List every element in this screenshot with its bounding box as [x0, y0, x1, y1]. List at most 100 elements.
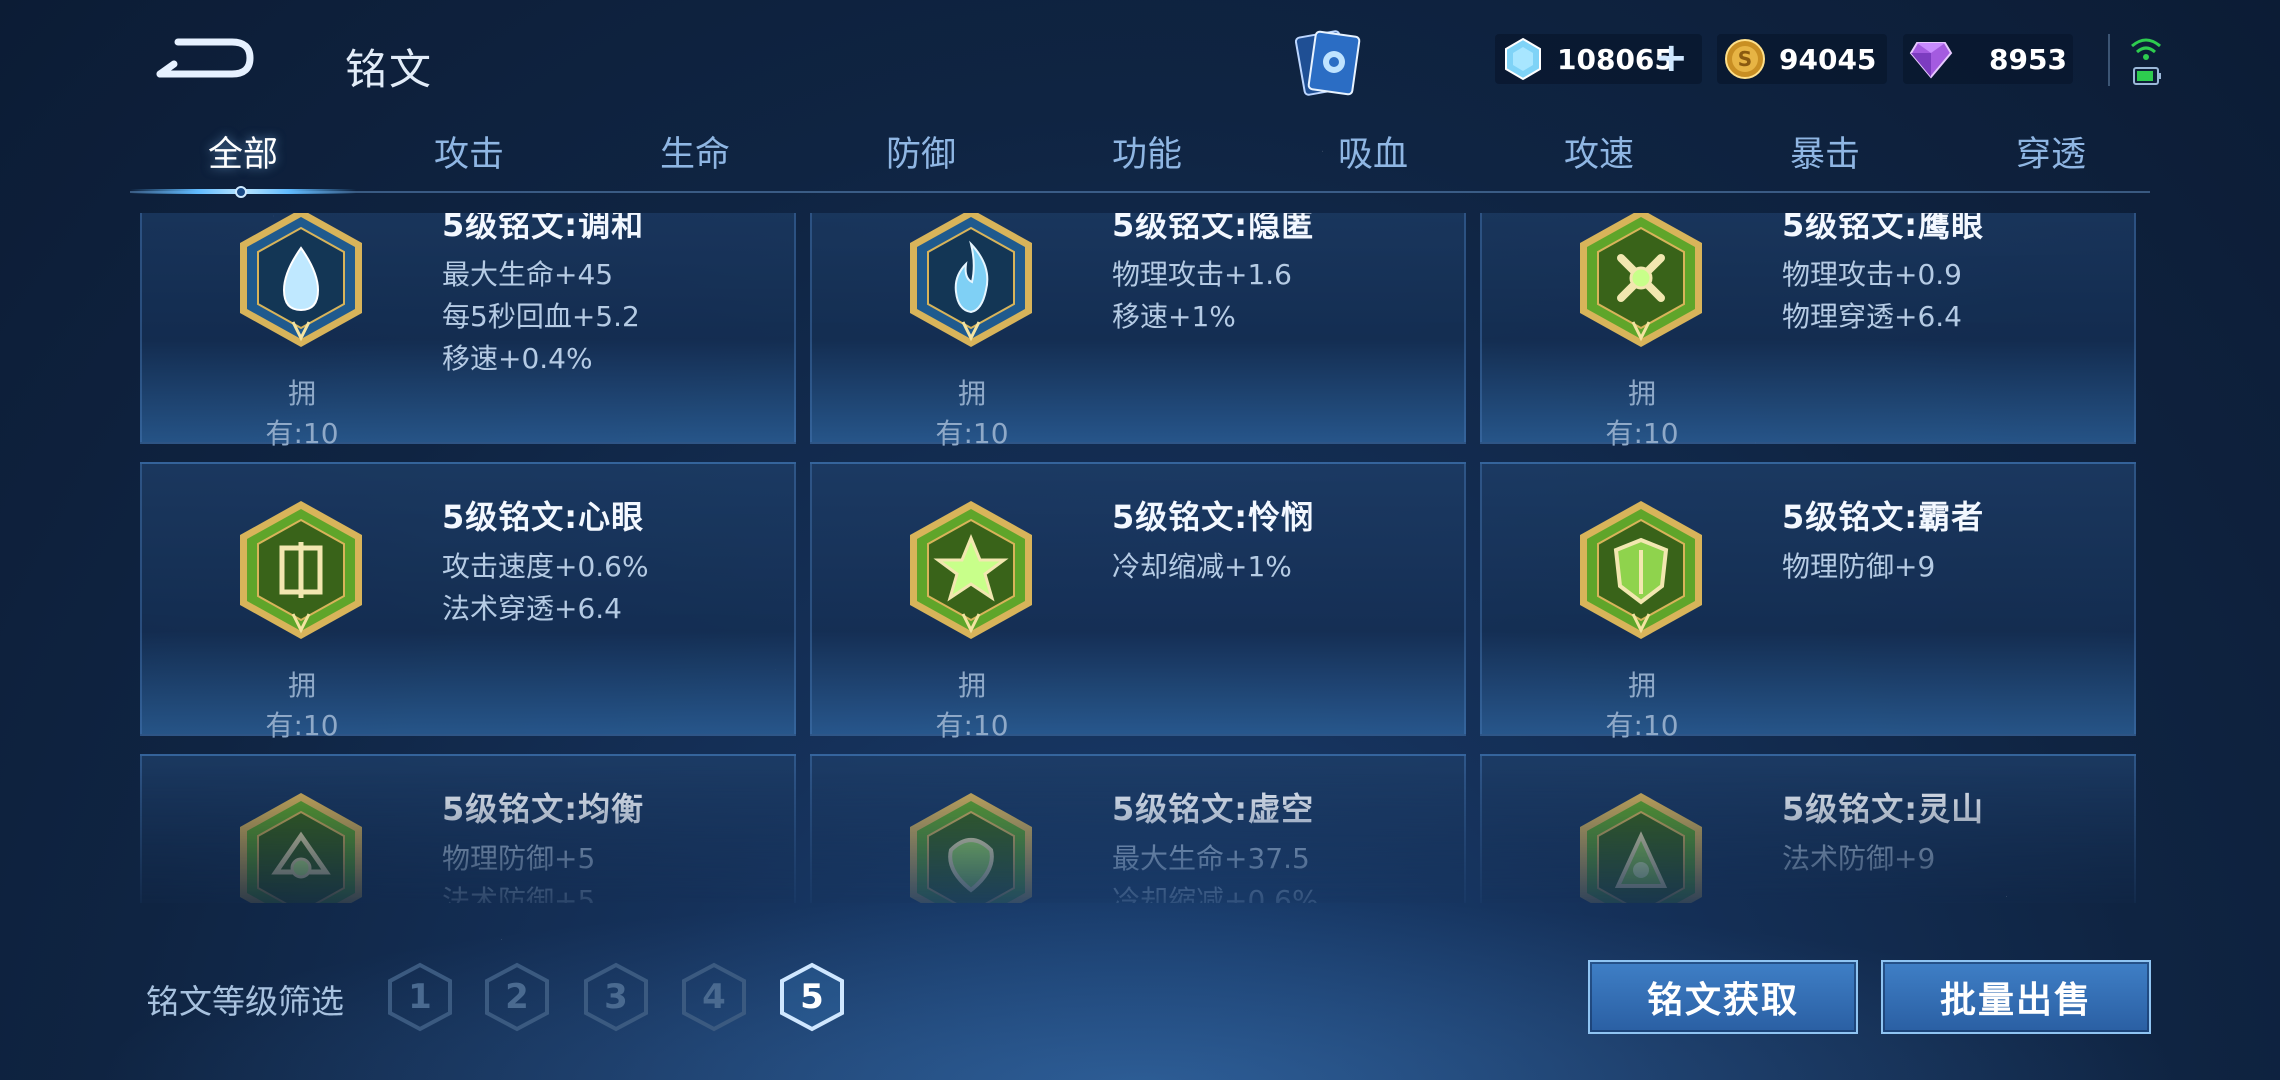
back-arrow-icon — [156, 38, 254, 78]
tab-attack[interactable]: 攻击 — [356, 130, 582, 190]
rune-owned-count: 拥有:10 — [1605, 377, 1679, 450]
rune-attributes: 物理防御+9 — [1782, 546, 1935, 588]
gem-amount: 8953 — [1989, 42, 2067, 76]
rune-attribute: 攻击速度+0.6% — [442, 550, 649, 583]
rune-name: 5级铭文:霸者 — [1782, 498, 1985, 536]
header-divider — [2108, 34, 2110, 86]
rune-attributes: 法术防御+9 — [1782, 838, 1935, 880]
rune-list[interactable]: 5级铭文:调和 最大生命+45 每5秒回血+5.2 移速+0.4% 拥有:10 5级铭文… — [140, 213, 2140, 903]
rune-attribute: 物理防御+5 — [442, 842, 596, 875]
rune-attribute: 冷却缩减+0.6% — [1112, 884, 1319, 903]
rune-name: 5级铭文:鹰眼 — [1782, 213, 1985, 244]
tab-all[interactable]: 全部 — [130, 130, 356, 190]
rune-attributes: 物理攻击+1.6 移速+1% — [1112, 254, 1292, 338]
rune-emblem-icon — [910, 501, 1032, 639]
level-filter-label: 铭文等级筛选 — [146, 982, 344, 1021]
rune-owned-count: 拥有:10 — [935, 669, 1009, 742]
level-filter-4-label: 4 — [702, 977, 726, 1017]
rune-attribute: 最大生命+45 — [442, 258, 614, 291]
rune-attribute: 最大生命+37.5 — [1112, 842, 1310, 875]
rune-card[interactable]: 5级铭文:心眼攻击速度+0.6% 法术穿透+6.4 拥有:10 — [140, 462, 796, 742]
rune-attribute: 法术穿透+6.4 — [442, 592, 622, 625]
bulk-sell-button[interactable]: 批量出售 — [1881, 960, 2151, 1034]
add-crystal-button[interactable]: + — [1654, 38, 1688, 78]
card-pack-icon[interactable] — [1290, 28, 1368, 100]
rune-attribute: 物理攻击+1.6 — [1112, 258, 1292, 291]
rune-attribute: 法术防御+9 — [1782, 842, 1936, 875]
gold-amount: 94045 — [1779, 42, 1877, 76]
rune-emblem-icon — [910, 213, 1032, 347]
rune-attribute: 法术防御+5 — [442, 884, 596, 903]
rune-emblem-icon — [1580, 793, 1702, 903]
rune-emblem-icon — [240, 793, 362, 903]
rune-attribute: 物理穿透+6.4 — [1782, 300, 1962, 333]
svg-text:S: S — [1738, 47, 1752, 71]
tab-health[interactable]: 生命 — [582, 130, 808, 190]
rune-attribute: 移速+0.4% — [442, 342, 593, 375]
rune-attribute: 每5秒回血+5.2 — [442, 300, 640, 333]
gold-coin-icon: S — [1723, 37, 1767, 81]
rune-owned-count: 拥有:10 — [1605, 669, 1679, 742]
rune-name: 5级铭文:怜悯 — [1112, 498, 1315, 536]
rune-name: 5级铭文:心眼 — [442, 498, 645, 536]
rune-card[interactable]: 5级铭文:怜悯冷却缩减+1% 拥有:10 — [810, 462, 1466, 742]
crystal-currency: 108065 + — [1495, 34, 1702, 84]
rune-attributes: 物理防御+5 法术防御+5 — [442, 838, 595, 903]
rune-attribute: 物理防御+9 — [1782, 550, 1936, 583]
rune-owned-count: 拥有:10 — [265, 377, 339, 450]
rune-attributes: 最大生命+45 每5秒回血+5.2 移速+0.4% — [442, 254, 640, 380]
rune-card[interactable]: 5级铭文:灵山法术防御+9拥有:10 — [1480, 754, 2136, 903]
level-filter-4[interactable]: 4 — [681, 962, 747, 1032]
level-filter-3-label: 3 — [604, 977, 628, 1017]
level-filter-1-label: 1 — [408, 977, 432, 1017]
level-filter-2-label: 2 — [505, 977, 529, 1017]
level-filter-1[interactable]: 1 — [387, 962, 453, 1032]
rune-name: 5级铭文:调和 — [442, 213, 645, 244]
rune-card[interactable]: 5级铭文:调和 最大生命+45 每5秒回血+5.2 移速+0.4% 拥有:10 — [140, 213, 796, 450]
level-filter-3[interactable]: 3 — [583, 962, 649, 1032]
purple-gem-icon — [1909, 37, 1953, 81]
tab-attack-speed[interactable]: 攻速 — [1486, 130, 1712, 190]
rune-emblem-icon — [240, 213, 362, 347]
tab-penetration[interactable]: 穿透 — [1938, 130, 2164, 190]
rune-attributes: 冷却缩减+1% — [1112, 546, 1292, 588]
gem-currency: 8953 — [1903, 34, 2073, 84]
rune-attributes: 物理攻击+0.9 物理穿透+6.4 — [1782, 254, 1962, 338]
rune-owned-count: 拥有:10 — [935, 377, 1009, 450]
rune-name: 5级铭文:虚空 — [1112, 790, 1315, 828]
rune-owned-count: 拥有:10 — [265, 669, 339, 742]
rune-attribute: 移速+1% — [1112, 300, 1236, 333]
tab-utility[interactable]: 功能 — [1034, 130, 1260, 190]
rune-name: 5级铭文:灵山 — [1782, 790, 1985, 828]
rune-card[interactable]: 5级铭文:鹰眼 物理攻击+0.9 物理穿透+6.4 拥有:10 — [1480, 213, 2136, 450]
rune-card[interactable]: 5级铭文:虚空最大生命+37.5冷却缩减+0.6%拥有:10 — [810, 754, 1466, 903]
rune-attribute: 冷却缩减+1% — [1112, 550, 1292, 583]
rune-name: 5级铭文:隐匿 — [1112, 213, 1315, 244]
rune-attributes: 攻击速度+0.6% 法术穿透+6.4 — [442, 546, 649, 630]
rune-emblem-icon — [1580, 213, 1702, 347]
rune-card[interactable]: 5级铭文:霸者物理防御+9 拥有:10 — [1480, 462, 2136, 742]
rune-card[interactable]: 5级铭文:均衡物理防御+5法术防御+5拥有:10 — [140, 754, 796, 903]
category-tabs: 全部 攻击 生命 防御 功能 吸血 攻速 暴击 穿透 — [130, 130, 2150, 196]
level-filter-5-label: 5 — [800, 977, 824, 1017]
crystal-icon — [1501, 37, 1545, 81]
gold-currency: S 94045 — [1717, 34, 1887, 84]
tab-divider-line — [130, 191, 2150, 193]
level-filter-5[interactable]: 5 — [779, 962, 845, 1032]
network-signal-icon — [2128, 34, 2164, 90]
active-tab-knob — [235, 186, 247, 198]
rune-emblem-icon — [1580, 501, 1702, 639]
tab-defense[interactable]: 防御 — [808, 130, 1034, 190]
level-filter-2[interactable]: 2 — [484, 962, 550, 1032]
page-title: 铭文 — [345, 45, 434, 94]
tab-critical[interactable]: 暴击 — [1712, 130, 1938, 190]
rune-attributes: 最大生命+37.5 冷却缩减+0.6% — [1112, 838, 1319, 903]
rune-card[interactable]: 5级铭文:隐匿 物理攻击+1.6 移速+1% 拥有:10 — [810, 213, 1466, 450]
rune-name: 5级铭文:均衡 — [442, 790, 645, 828]
back-button[interactable] — [150, 28, 260, 88]
rune-emblem-icon — [910, 793, 1032, 903]
rune-acquire-button[interactable]: 铭文获取 — [1588, 960, 1858, 1034]
tab-lifesteal[interactable]: 吸血 — [1260, 130, 1486, 190]
rune-emblem-icon — [240, 501, 362, 639]
rune-attribute: 物理攻击+0.9 — [1782, 258, 1962, 291]
